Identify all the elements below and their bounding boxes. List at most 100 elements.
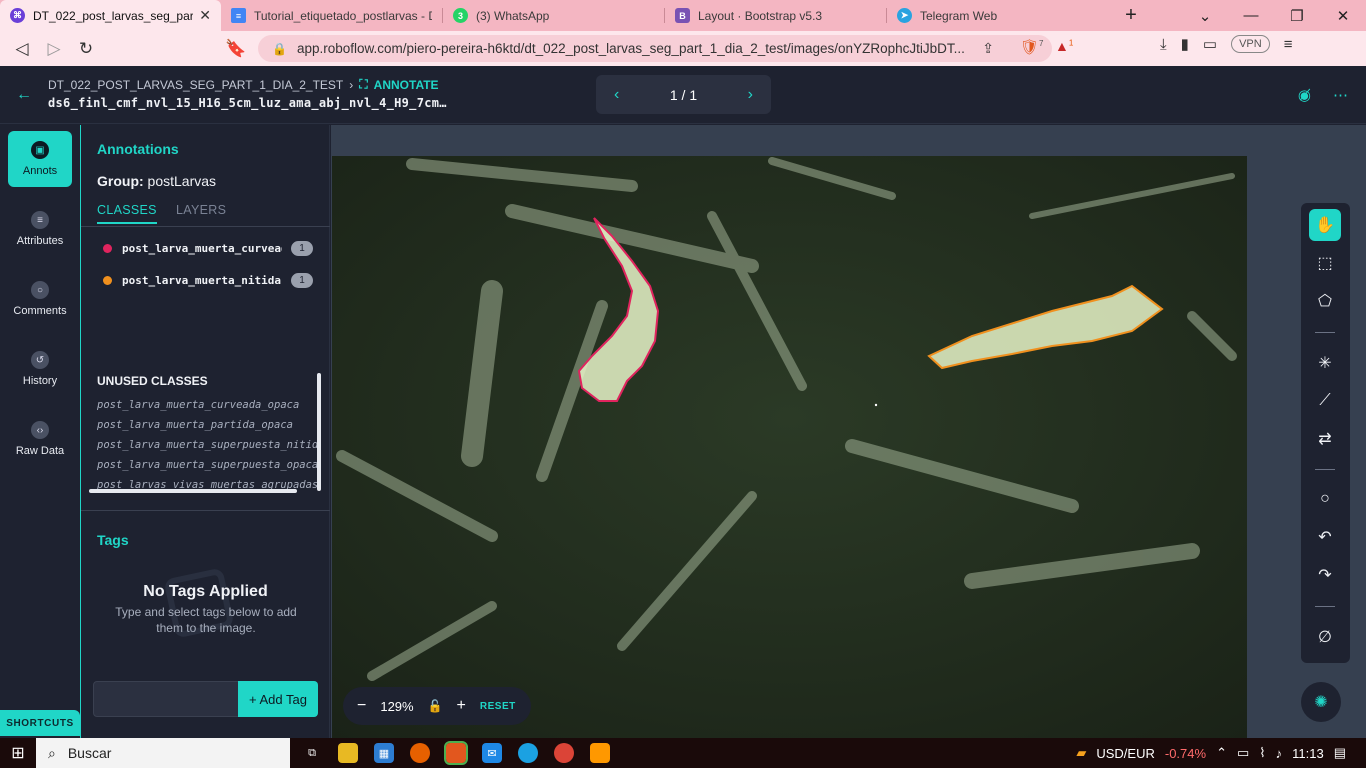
class-count-badge: 1 xyxy=(291,272,313,288)
menu-icon[interactable]: ≡ xyxy=(1284,36,1293,53)
taskbar-search[interactable]: ⌕ Buscar xyxy=(36,738,290,768)
image-viewport[interactable] xyxy=(332,156,1247,738)
tray-chevron-icon[interactable]: ⌃ xyxy=(1216,745,1227,761)
unused-class-item[interactable]: post_larva_muerta_superpuesta_nitida xyxy=(97,439,317,459)
battery-icon[interactable]: ▭ xyxy=(1237,745,1249,761)
class-row[interactable]: post_larva_muerta_curveada 1 xyxy=(103,238,313,258)
notifications-icon[interactable]: ▤ xyxy=(1334,745,1346,761)
vertical-scrollbar[interactable] xyxy=(317,373,321,491)
share-icon[interactable]: ⇪ xyxy=(982,40,994,57)
system-tray: ▰ USD/EUR -0.74% ⌃ ▭ ⌇ ♪ 11:13 ▤ xyxy=(1076,738,1366,768)
zoom-level: 129% xyxy=(380,698,414,714)
new-tab-button[interactable]: + xyxy=(1116,0,1146,31)
matlab-icon[interactable] xyxy=(590,743,610,763)
bounding-box-tool-icon[interactable]: ⬚ xyxy=(1309,247,1341,279)
comment-tool-icon[interactable]: ○ xyxy=(1309,483,1341,515)
project-link[interactable]: DT_022_POST_LARVAS_SEG_PART_1_DIA_2_TEST xyxy=(48,78,343,92)
roboflow-icon: ⌘ xyxy=(10,8,25,23)
tab-layers[interactable]: LAYERS xyxy=(176,203,226,217)
unused-class-item[interactable]: post_larva_muerta_superpuesta_opaca xyxy=(97,459,317,479)
zoom-in-button[interactable]: + xyxy=(457,697,466,715)
polygon-tool-icon[interactable]: ⬠ xyxy=(1309,285,1341,317)
browser-tab-whatsapp[interactable]: 3 (3) WhatsApp xyxy=(443,0,664,31)
rail-attributes[interactable]: ≡ Attributes xyxy=(8,201,72,257)
close-window-button[interactable]: ✕ xyxy=(1320,0,1366,31)
restore-button[interactable]: ❐ xyxy=(1274,0,1320,31)
rail-comments[interactable]: ○ Comments xyxy=(8,271,72,327)
chevron-right-icon: › xyxy=(349,77,354,92)
unused-class-item[interactable]: post_larva_muerta_partida_opaca xyxy=(97,419,317,439)
browser-tab-bootstrap[interactable]: B Layout · Bootstrap v5.3 xyxy=(665,0,886,31)
brave-shields-icon[interactable]: 🛡7 xyxy=(1020,38,1044,56)
shortcuts-button[interactable]: SHORTCUTS xyxy=(0,710,80,736)
annotate-icon: ⛶ xyxy=(359,77,368,91)
bookmark-icon[interactable]: 🔖 xyxy=(220,39,252,59)
smart-polygon-icon[interactable]: ✳ xyxy=(1309,347,1341,379)
class-row[interactable]: post_larva_muerta_nitida 1 xyxy=(103,270,313,290)
network-icon[interactable]: ⌇ xyxy=(1259,745,1265,761)
store-icon[interactable]: ▦ xyxy=(374,743,394,763)
brave-rewards-icon[interactable]: ▲1 xyxy=(1055,38,1073,54)
magic-wand-icon[interactable]: ⟋ xyxy=(1309,385,1341,417)
history-icon: ↺ xyxy=(31,351,49,369)
sidebar-icon[interactable]: ▮ xyxy=(1181,35,1189,53)
file-explorer-icon[interactable] xyxy=(338,743,358,763)
next-image-button[interactable]: › xyxy=(748,86,753,104)
tab-title: Telegram Web xyxy=(920,8,998,23)
horizontal-scrollbar[interactable] xyxy=(89,489,297,493)
null-icon[interactable]: ∅ xyxy=(1309,621,1341,653)
hide-annotations-icon[interactable]: ◉̸ xyxy=(1298,86,1311,104)
tag-input[interactable] xyxy=(93,681,239,717)
add-tag-button[interactable]: + Add Tag xyxy=(238,681,318,717)
mail-icon[interactable]: ✉ xyxy=(482,743,502,763)
browser-actions: ⤓ ▮ ▭ VPN ≡ xyxy=(1160,35,1292,53)
chrome-icon[interactable] xyxy=(554,743,574,763)
browser-tab-telegram[interactable]: ➤ Telegram Web xyxy=(887,0,1108,31)
class-color-dot xyxy=(103,243,112,253)
rail-history[interactable]: ↺ History xyxy=(8,341,72,397)
telegram-icon: ➤ xyxy=(897,8,912,23)
browser-tab-roboflow[interactable]: ⌘ DT_022_post_larvas_seg_part_ ✕ xyxy=(0,0,221,31)
minimize-button[interactable]: — xyxy=(1228,0,1274,31)
close-icon[interactable]: ✕ xyxy=(199,7,211,24)
volume-icon[interactable]: ♪ xyxy=(1276,746,1283,761)
back-arrow-icon[interactable]: ← xyxy=(16,86,32,104)
annotation-canvas[interactable]: − 129% 🔓 + RESET ✋ ⬚ ⬠ ✳ ⟋ ⇄ ○ ↶ ↷ ∅ ✺ xyxy=(331,125,1366,738)
ticker-change: -0.74% xyxy=(1164,745,1207,761)
browser-tab-docs[interactable]: ≡ Tutorial_etiquetado_postlarvas - D xyxy=(221,0,442,31)
image-filename: ds6_finl_cmf_nvl_15_H16_5cm_luz_ama_abj_… xyxy=(48,96,447,110)
rail-annots[interactable]: ▣ Annots xyxy=(8,131,72,187)
back-button[interactable]: ◁ xyxy=(6,39,38,59)
group-key: Group: xyxy=(97,173,144,189)
download-icon[interactable]: ⤓ xyxy=(1160,36,1167,53)
task-view-icon[interactable]: ⧉ xyxy=(302,743,322,763)
vpn-button[interactable]: VPN xyxy=(1231,35,1270,53)
reset-zoom-button[interactable]: RESET xyxy=(480,701,516,712)
address-bar[interactable]: 🔒 app.roboflow.com/piero-pereira-h6ktd/d… xyxy=(258,35,1052,62)
brave-icon[interactable] xyxy=(444,741,468,765)
ticker-label[interactable]: USD/EUR xyxy=(1096,746,1155,761)
class-name: post_larva_muerta_nitida xyxy=(122,273,281,287)
reload-button[interactable]: ↻ xyxy=(70,39,102,59)
edge-icon[interactable] xyxy=(518,743,538,763)
repeat-icon[interactable]: ⇄ xyxy=(1309,423,1341,455)
lock-zoom-icon[interactable]: 🔓 xyxy=(428,699,443,713)
prev-image-button[interactable]: ‹ xyxy=(614,86,619,104)
unused-class-item[interactable]: post_larva_muerta_curveada_opaca xyxy=(97,399,317,419)
breadcrumb: DT_022_POST_LARVAS_SEG_PART_1_DIA_2_TEST… xyxy=(48,77,439,92)
rail-label: Attributes xyxy=(16,235,64,247)
firefox-icon[interactable] xyxy=(410,743,430,763)
hand-tool-icon[interactable]: ✋ xyxy=(1309,209,1341,241)
redo-icon[interactable]: ↷ xyxy=(1309,559,1341,591)
windows-start-icon[interactable]: ⊞ xyxy=(0,743,36,763)
wallet-icon[interactable]: ▭ xyxy=(1203,35,1217,53)
zoom-out-button[interactable]: − xyxy=(357,697,366,715)
undo-icon[interactable]: ↶ xyxy=(1309,521,1341,553)
more-options-icon[interactable]: ⋯ xyxy=(1333,86,1348,104)
tab-classes[interactable]: CLASSES xyxy=(97,203,157,224)
forward-button[interactable]: ▷ xyxy=(38,39,70,59)
clock[interactable]: 11:13 xyxy=(1292,746,1324,761)
settings-icon[interactable]: ✺ xyxy=(1301,682,1341,722)
rail-raw-data[interactable]: ‹› Raw Data xyxy=(8,411,72,467)
chevron-down-icon[interactable]: ⌄ xyxy=(1182,0,1228,31)
